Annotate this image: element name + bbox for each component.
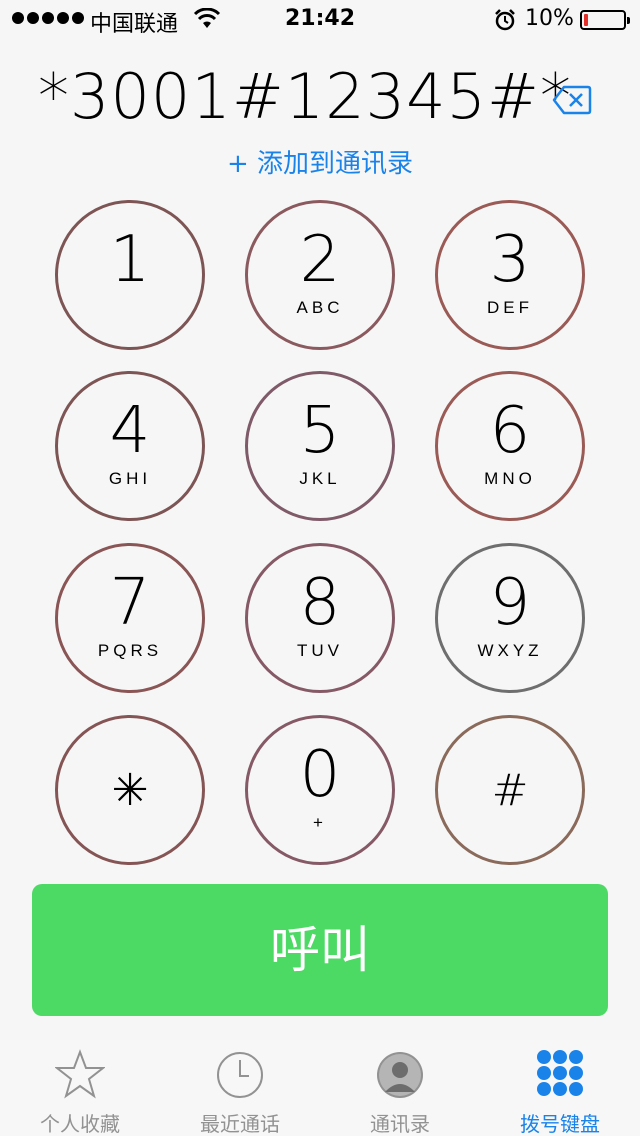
key-9[interactable]: 9 WXYZ: [435, 543, 585, 693]
contacts-icon: [377, 1052, 423, 1098]
key-digit: 3: [489, 223, 531, 297]
key-digit: 7: [109, 566, 151, 640]
key-letters: JKL: [299, 469, 341, 488]
tab-contacts[interactable]: 通讯录: [320, 1040, 480, 1136]
key-4[interactable]: 4 GHI: [55, 371, 205, 521]
key-letters: TUV: [297, 641, 343, 660]
key-digit: #: [491, 765, 529, 816]
key-letters: ABC: [296, 298, 344, 317]
tab-favorites[interactable]: 个人收藏: [0, 1040, 160, 1136]
key-letters: +: [313, 813, 327, 832]
key-1[interactable]: 1: [55, 200, 205, 350]
key-pound[interactable]: #: [435, 715, 585, 865]
key-letters: MNO: [484, 469, 536, 488]
key-digit: 6: [489, 394, 531, 468]
key-8[interactable]: 8 TUV: [245, 543, 395, 693]
key-letters: WXYZ: [477, 641, 543, 660]
tab-recents-label: 最近通话: [200, 1112, 280, 1136]
tab-favorites-label: 个人收藏: [40, 1112, 120, 1136]
dialed-number-text: *3001#12345#*: [38, 60, 572, 133]
add-to-contacts-link[interactable]: + 添加到通讯录: [0, 143, 640, 180]
call-button[interactable]: 呼叫: [32, 884, 608, 1016]
key-3[interactable]: 3 DEF: [435, 200, 585, 350]
key-7[interactable]: 7 PQRS: [55, 543, 205, 693]
dialed-number: *3001#12345#*: [0, 60, 640, 140]
key-letters: GHI: [108, 469, 152, 488]
tab-bar: 个人收藏 最近通话 通讯录 拨号键盘: [0, 1040, 640, 1136]
key-6[interactable]: 6 MNO: [435, 371, 585, 521]
alarm-icon: [495, 9, 515, 31]
tab-recents[interactable]: 最近通话: [160, 1040, 320, 1136]
key-digit: 9: [489, 566, 531, 640]
star-icon: [55, 1049, 105, 1099]
key-digit: ✳: [111, 765, 149, 816]
key-2[interactable]: 2 ABC: [245, 200, 395, 350]
key-digit: 2: [299, 223, 341, 297]
status-bar: 中国联通 21:42 10%: [0, 0, 640, 40]
key-digit: 0: [299, 738, 341, 812]
key-digit: 8: [299, 566, 341, 640]
key-star[interactable]: ✳: [55, 715, 205, 865]
key-5[interactable]: 5 JKL: [245, 371, 395, 521]
battery-percent: 10%: [525, 6, 574, 31]
key-letters: PQRS: [97, 641, 163, 660]
clock-icon: [217, 1052, 263, 1098]
tab-keypad[interactable]: 拨号键盘: [480, 1040, 640, 1136]
key-digit: 1: [109, 223, 151, 297]
key-digit: 5: [299, 394, 341, 468]
battery-icon: [580, 10, 630, 30]
key-0[interactable]: 0 +: [245, 715, 395, 865]
key-letters: DEF: [487, 298, 533, 317]
tab-contacts-label: 通讯录: [370, 1112, 430, 1136]
tab-keypad-label: 拨号键盘: [520, 1112, 600, 1136]
backspace-icon[interactable]: [552, 84, 592, 116]
key-digit: 4: [109, 394, 151, 468]
keypad-icon: [537, 1050, 583, 1096]
